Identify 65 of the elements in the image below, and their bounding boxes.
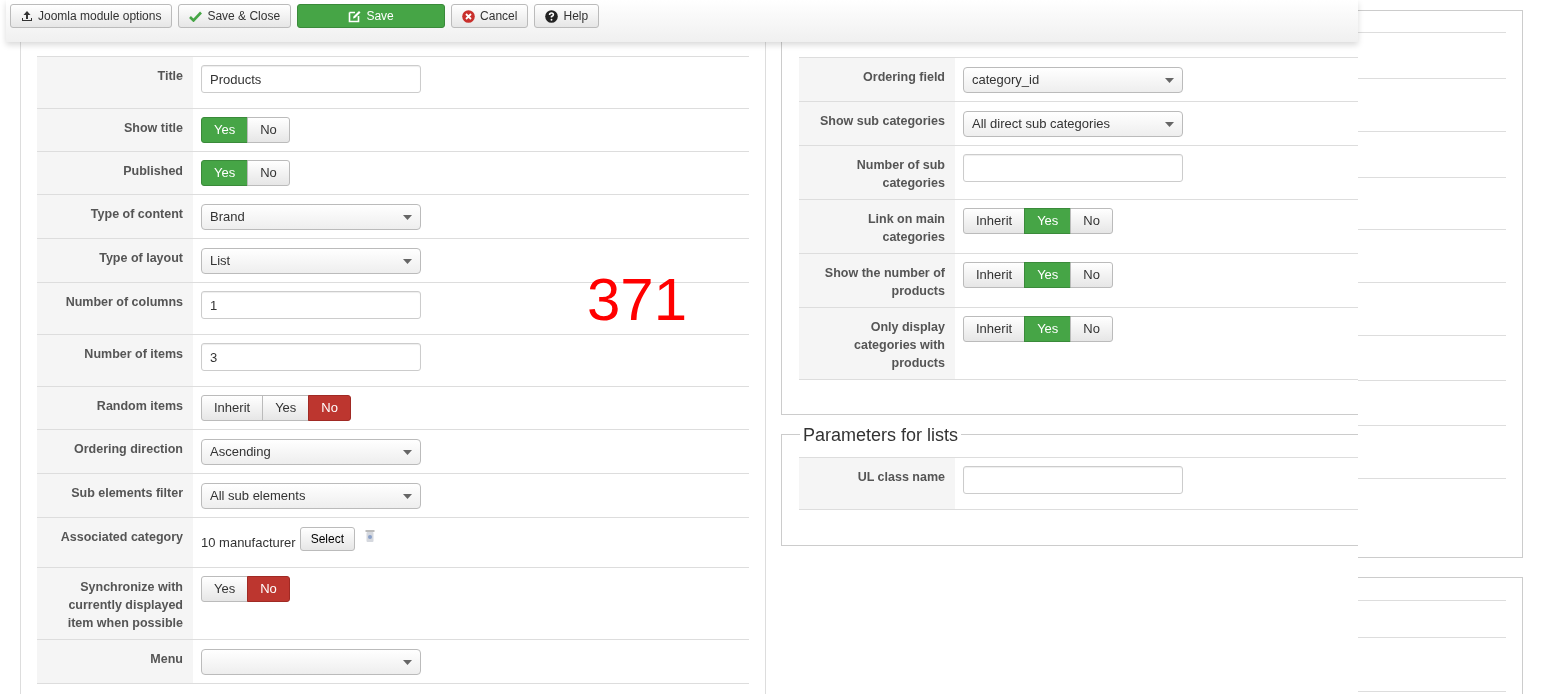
select-field[interactable]: Ascending [201,439,421,465]
toggle-option[interactable]: No [1070,316,1113,342]
select-field[interactable] [201,649,421,675]
select-field[interactable]: All sub elements [201,483,421,509]
select-field[interactable]: Brand [201,204,421,230]
select-field[interactable]: category_id [963,67,1183,93]
toggle-option[interactable]: No [247,160,290,186]
toolbar-button[interactable]: Save & Close [178,4,292,28]
field-label: Type of layout [37,239,193,282]
toggle-option[interactable]: Yes [201,576,249,602]
toggle-option[interactable]: Yes [262,395,310,421]
field-label: Synchronize with currently displayed item when possible [37,568,193,639]
field-label: Menu [37,640,193,683]
select-field[interactable]: List [201,248,421,274]
field-label: Title [37,57,193,108]
field-label: Link on main categories [799,200,955,253]
field-label: Show the number of products [799,254,955,307]
field-label: Ordering field [799,58,955,101]
caret-icon [403,659,412,665]
toggle-option[interactable]: Inherit [963,262,1026,288]
select-button[interactable]: Select [299,527,356,551]
toggle-option[interactable]: Inherit [201,395,264,421]
field-label: Random items [37,387,193,429]
field-label: Number of items [37,335,193,386]
toggle-option[interactable]: Inherit [963,316,1026,342]
text-field[interactable]: 3 [201,343,421,371]
field-label: Only display categories with products [799,308,955,379]
caret-icon [1165,121,1174,127]
text-field[interactable] [963,466,1183,494]
field-label: Associated category [37,518,193,567]
text-field[interactable]: 1 [201,291,421,319]
field-label: Number of sub categories [799,146,955,199]
field-label: Sub elements filter [37,474,193,517]
toggle-option[interactable]: No [1070,208,1113,234]
close-icon [462,9,476,23]
category-value: 10 manufacturer [201,534,296,552]
check-icon [189,10,203,22]
toggle-option[interactable]: No [308,395,351,421]
upload-icon [21,10,33,22]
field-label: Show title [37,109,193,151]
field-label: Type of content [37,195,193,238]
field-label: Published [37,152,193,194]
toolbar-button[interactable]: Joomla module options [10,4,173,28]
caret-icon [403,493,412,499]
toggle-option[interactable]: Inherit [963,208,1026,234]
field-label: UL class name [799,458,955,509]
caret-icon [1165,77,1174,83]
toggle-option[interactable]: No [247,117,290,143]
field-label: Number of columns [37,283,193,334]
caret-icon [403,258,412,264]
trash-icon[interactable] [365,529,376,543]
caret-icon [403,449,412,455]
toggle-option[interactable]: No [247,576,290,602]
help-icon [545,9,559,23]
field-label: Show sub categories [799,102,955,145]
caret-icon [403,214,412,220]
toolbar-button[interactable]: Help [534,4,600,28]
toolbar-button[interactable]: Cancel [451,4,529,28]
select-field[interactable]: All direct sub categories [963,111,1183,137]
text-field[interactable] [963,154,1183,182]
annotation-number: 371 [587,270,688,330]
toggle-option[interactable]: No [1070,262,1113,288]
field-label: Ordering direction [37,430,193,473]
edit-icon [348,9,362,23]
text-field[interactable]: Products [201,65,421,93]
